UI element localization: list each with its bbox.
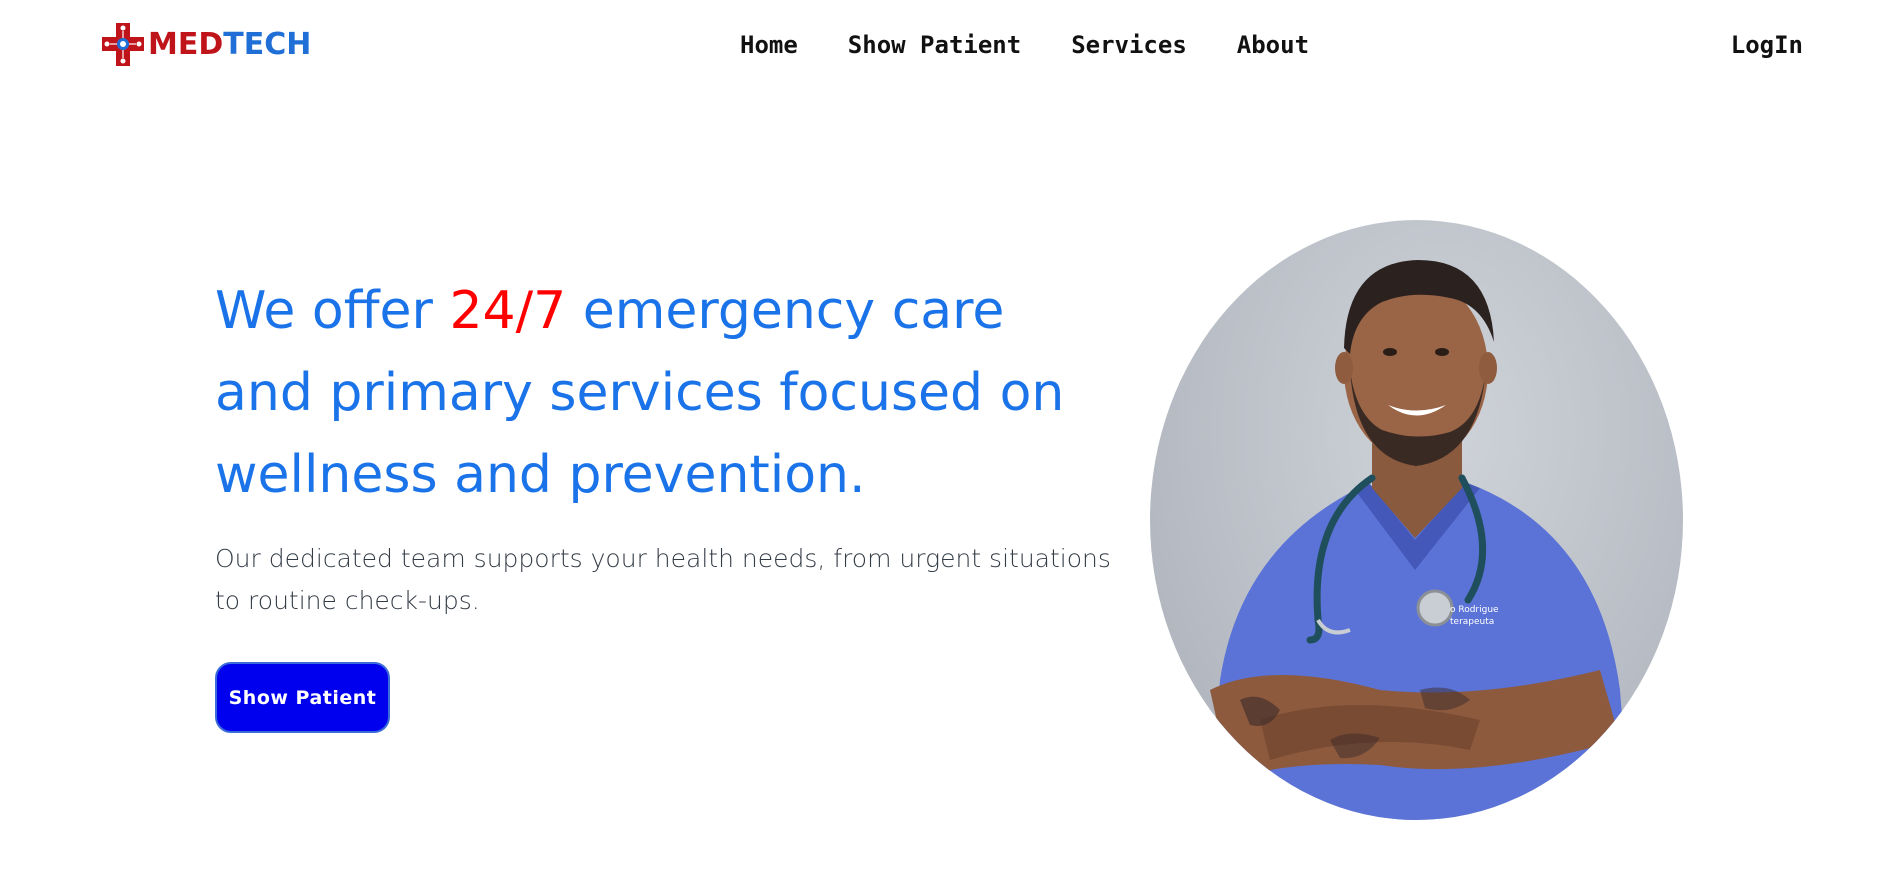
headline-text-start: We offer — [215, 281, 450, 341]
medical-cross-circuit-icon — [102, 23, 144, 66]
logo-wordmark: MEDTECH — [148, 26, 312, 62]
site-header: MEDTECH Home Show Patient Services About… — [0, 0, 1885, 90]
scrubs-badge-line1: o Rodrigue — [1450, 605, 1499, 615]
main-nav: Home Show Patient Services About — [740, 30, 1309, 60]
nav-show-patient[interactable]: Show Patient — [848, 30, 1021, 60]
nav-home[interactable]: Home — [740, 30, 798, 60]
nav-about[interactable]: About — [1237, 30, 1309, 60]
login-link[interactable]: LogIn — [1731, 30, 1803, 60]
hero-subtext: Our dedicated team supports your health … — [215, 544, 1111, 615]
hero-headline: We offer 24/7 emergency care and primary… — [215, 270, 1105, 516]
logo-med-text: MED — [148, 26, 224, 62]
doctor-portrait: o Rodrigue terapeuta — [1150, 220, 1683, 820]
headline-accent-24-7: 24/7 — [449, 281, 567, 341]
nav-services[interactable]: Services — [1071, 30, 1187, 60]
scrubs-badge-line2: terapeuta — [1450, 617, 1494, 627]
logo-tech-text: TECH — [223, 26, 312, 62]
brand-logo[interactable]: MEDTECH — [102, 23, 311, 66]
show-patient-button[interactable]: Show Patient — [215, 662, 390, 733]
doctor-illustration: o Rodrigue terapeuta — [1210, 260, 1630, 820]
